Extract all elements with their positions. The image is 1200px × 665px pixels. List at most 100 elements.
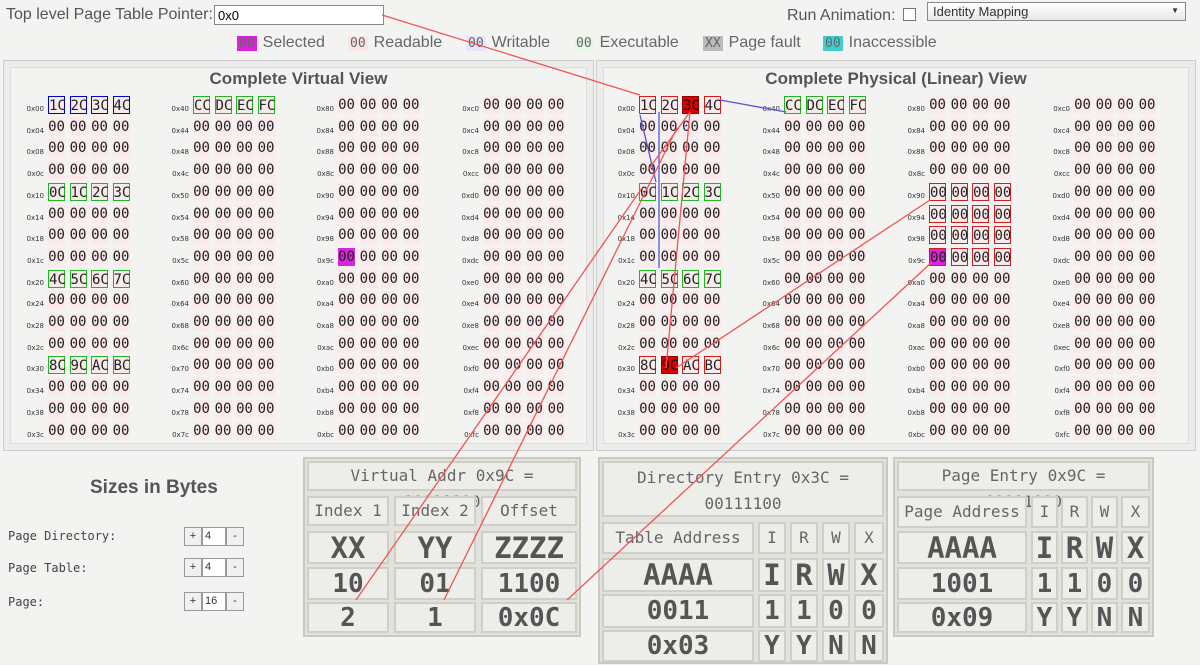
memory-byte[interactable]: 00 [214, 378, 232, 397]
memory-byte[interactable]: 00 [69, 139, 87, 158]
memory-byte[interactable]: 00 [483, 269, 500, 288]
memory-byte[interactable]: 00 [547, 334, 565, 353]
memory-byte[interactable]: 00 [257, 334, 275, 353]
memory-byte[interactable]: 00 [827, 399, 844, 418]
memory-byte[interactable]: 00 [359, 421, 377, 440]
memory-byte[interactable]: 00 [193, 313, 210, 331]
memory-byte[interactable]: 00 [236, 247, 253, 266]
memory-byte[interactable]: 00 [660, 204, 678, 223]
memory-byte[interactable]: 00 [402, 399, 420, 418]
memory-byte[interactable]: 00 [236, 291, 253, 310]
memory-byte[interactable]: 00 [193, 247, 210, 266]
memory-byte[interactable]: 00 [784, 139, 801, 158]
memory-byte[interactable]: 00 [660, 139, 678, 158]
memory-byte[interactable]: 00 [112, 291, 130, 310]
memory-byte[interactable]: 00 [703, 139, 721, 158]
memory-byte[interactable]: 00 [682, 117, 699, 136]
memory-byte[interactable]: AC [91, 356, 109, 375]
memory-byte[interactable]: 00 [257, 161, 275, 180]
memory-byte[interactable]: 00 [784, 117, 801, 136]
memory-byte[interactable]: 00 [682, 334, 699, 353]
memory-byte[interactable]: 00 [660, 226, 678, 245]
memory-byte[interactable]: 00 [827, 226, 844, 245]
memory-byte[interactable]: 00 [48, 291, 65, 310]
memory-byte[interactable]: 00 [827, 269, 844, 288]
memory-byte[interactable]: 00 [236, 226, 253, 245]
memory-byte[interactable]: 00 [381, 182, 398, 201]
memory-byte[interactable]: 00 [972, 96, 989, 114]
memory-byte[interactable]: 00 [504, 182, 522, 201]
memory-byte[interactable]: 1C [48, 96, 66, 114]
memory-byte[interactable]: 2C [660, 96, 678, 114]
memory-byte[interactable]: 00 [703, 313, 721, 331]
memory-byte[interactable]: 00 [972, 399, 989, 418]
memory-byte[interactable]: 00 [214, 247, 232, 266]
memory-byte[interactable]: 00 [402, 356, 420, 375]
memory-byte[interactable]: 00 [193, 291, 210, 310]
memory-byte[interactable]: 00 [359, 247, 377, 266]
memory-byte[interactable]: 00 [805, 226, 823, 245]
memory-byte[interactable]: 00 [805, 421, 823, 440]
memory-byte[interactable]: 00 [827, 161, 844, 180]
memory-byte[interactable]: 00 [1074, 139, 1091, 158]
memory-byte[interactable]: 00 [1095, 399, 1113, 418]
memory-byte[interactable]: 00 [69, 378, 87, 397]
memory-byte[interactable]: 2C [682, 182, 700, 201]
memory-byte[interactable]: 00 [236, 139, 253, 158]
memory-byte[interactable]: 00 [504, 356, 522, 375]
memory-byte[interactable]: 00 [639, 247, 656, 266]
memory-byte[interactable]: 00 [703, 204, 721, 223]
memory-byte[interactable]: 3C [703, 182, 721, 201]
memory-byte[interactable]: 00 [504, 421, 522, 440]
memory-byte[interactable]: 00 [214, 269, 232, 288]
memory-byte[interactable]: 00 [69, 334, 87, 353]
memory-byte[interactable]: 00 [381, 117, 398, 136]
memory-byte[interactable]: 00 [1117, 334, 1134, 353]
memory-byte[interactable]: 00 [547, 117, 565, 136]
memory-byte[interactable]: 00 [381, 161, 398, 180]
memory-byte[interactable]: 00 [660, 378, 678, 397]
memory-byte[interactable]: 00 [526, 269, 543, 288]
memory-byte[interactable]: 00 [112, 161, 130, 180]
memory-byte[interactable]: 7C [112, 269, 130, 288]
memory-byte[interactable]: 00 [972, 421, 989, 440]
memory-byte[interactable]: 00 [402, 161, 420, 180]
memory-byte[interactable]: 00 [682, 421, 699, 440]
memory-byte[interactable]: 00 [214, 117, 232, 136]
memory-byte[interactable]: 00 [257, 139, 275, 158]
memory-byte[interactable]: 00 [547, 204, 565, 223]
memory-byte[interactable]: 00 [236, 117, 253, 136]
memory-byte[interactable]: 8C [639, 356, 657, 375]
memory-byte[interactable]: FC [848, 96, 866, 114]
memory-byte[interactable]: 00 [381, 378, 398, 397]
memory-byte[interactable]: 00 [1138, 247, 1156, 266]
memory-byte[interactable]: 00 [1138, 139, 1156, 158]
memory-byte[interactable]: 00 [338, 139, 355, 158]
memory-byte[interactable]: 00 [929, 291, 946, 310]
memory-byte[interactable]: 00 [703, 399, 721, 418]
memory-byte[interactable]: 00 [827, 204, 844, 223]
memory-byte[interactable]: 00 [257, 247, 275, 266]
memory-byte[interactable]: BC [703, 356, 721, 375]
memory-byte[interactable]: 00 [1138, 421, 1156, 440]
memory-byte[interactable]: 00 [483, 421, 500, 440]
memory-byte[interactable]: 00 [929, 356, 946, 375]
memory-byte[interactable]: 00 [848, 291, 866, 310]
memory-byte[interactable]: 00 [112, 247, 130, 266]
memory-byte[interactable]: 00 [1138, 356, 1156, 375]
memory-byte[interactable]: 00 [526, 96, 543, 114]
memory-byte[interactable]: 00 [338, 117, 355, 136]
memory-byte[interactable]: 00 [381, 313, 398, 331]
memory-byte[interactable]: 00 [547, 226, 565, 245]
memory-byte[interactable]: 00 [805, 182, 823, 201]
memory-byte[interactable]: 00 [214, 161, 232, 180]
memory-byte[interactable]: 00 [236, 356, 253, 375]
memory-byte[interactable]: 00 [359, 291, 377, 310]
memory-byte[interactable]: CC [193, 96, 211, 114]
memory-byte[interactable]: 00 [91, 226, 108, 245]
memory-byte[interactable]: 00 [483, 313, 500, 331]
memory-byte[interactable]: 00 [359, 96, 377, 114]
memory-byte[interactable]: 00 [660, 399, 678, 418]
memory-byte[interactable]: 00 [993, 247, 1011, 266]
memory-byte[interactable]: 00 [381, 226, 398, 245]
